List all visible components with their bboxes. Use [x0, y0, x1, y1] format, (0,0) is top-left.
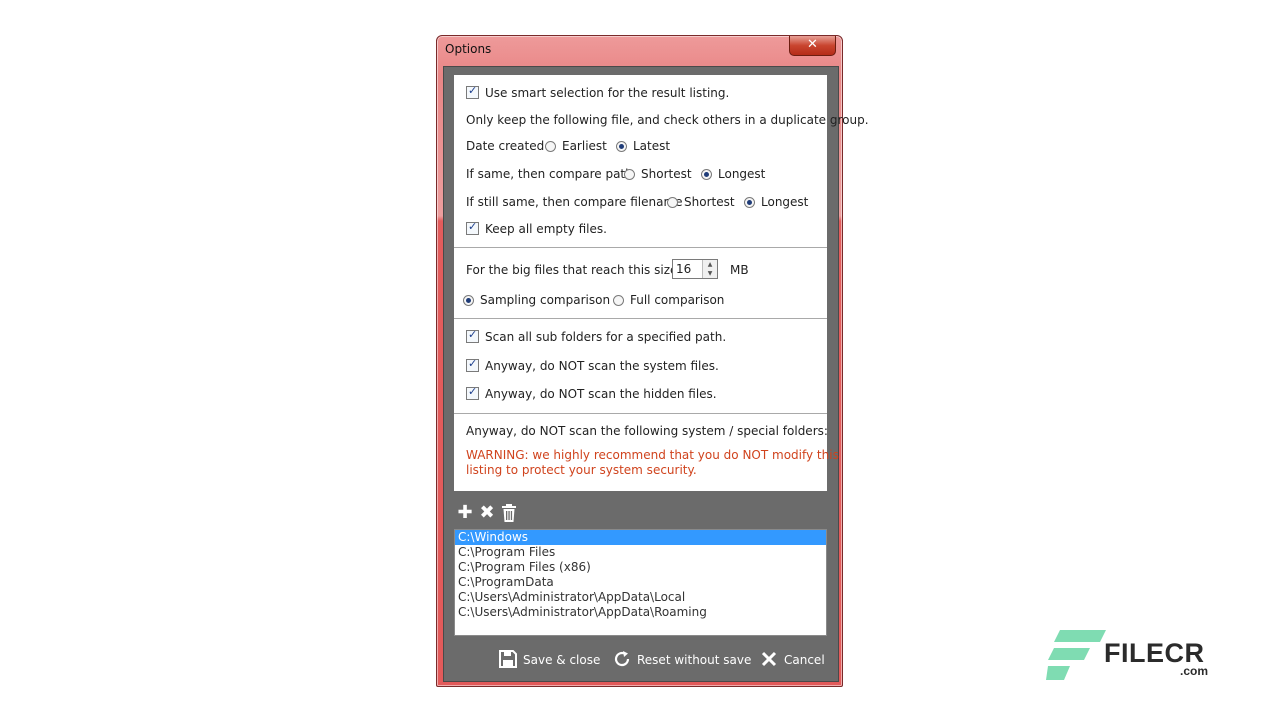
title-bar[interactable]: Options ✕ — [437, 36, 842, 66]
skip-hidden-files-option[interactable]: Anyway, do NOT scan the hidden files. — [466, 385, 717, 401]
use-smart-selection-label: Use smart selection for the result listi… — [485, 86, 730, 100]
filename-shortest-radio-circle[interactable] — [667, 197, 678, 208]
path-longest-radio[interactable]: Longest — [701, 167, 765, 181]
cancel-label: Cancel — [784, 653, 825, 667]
list-item[interactable]: C:\ProgramData — [455, 575, 826, 590]
filename-shortest-label: Shortest — [684, 195, 735, 209]
date-created-label: Date created — [466, 139, 545, 153]
skip-hidden-files-checkbox[interactable] — [466, 385, 479, 400]
client-area: Use smart selection for the result listi… — [443, 66, 869, 682]
sampling-comparison-radio[interactable]: Sampling comparison — [463, 293, 610, 307]
sampling-comparison-label: Sampling comparison — [480, 293, 611, 307]
date-latest-label: Latest — [633, 139, 671, 153]
trash-icon[interactable] — [500, 503, 518, 523]
size-value[interactable]: 16 — [676, 262, 691, 276]
save-close-label: Save & close — [523, 653, 601, 667]
compare-filename-label: If still same, then compare filename — [466, 195, 683, 209]
big-files-row: For the big files that reach this size 1… — [466, 259, 816, 279]
full-comparison-label: Full comparison — [630, 293, 725, 307]
save-close-button[interactable]: Save & close — [499, 649, 600, 671]
scan-subfolders-option[interactable]: Scan all sub folders for a specified pat… — [466, 328, 727, 344]
list-item[interactable]: C:\Program Files — [455, 545, 826, 560]
date-earliest-radio[interactable]: Earliest — [545, 139, 607, 153]
divider — [454, 318, 827, 319]
list-item[interactable]: C:\Users\Administrator\AppData\Local — [455, 590, 826, 605]
size-unit: MB — [730, 263, 749, 277]
filename-shortest-radio[interactable]: Shortest — [667, 195, 735, 209]
watermark-domain: .com — [1180, 664, 1209, 678]
date-earliest-label: Earliest — [562, 139, 607, 153]
cancel-button[interactable]: Cancel — [760, 649, 825, 671]
filename-longest-radio-circle[interactable] — [744, 197, 755, 208]
date-latest-radio-circle[interactable] — [616, 141, 627, 152]
close-icon — [760, 650, 778, 668]
filename-longest-label: Longest — [761, 195, 809, 209]
date-earliest-radio-circle[interactable] — [545, 141, 556, 152]
path-shortest-radio-circle[interactable] — [624, 169, 635, 180]
folders-heading: Anyway, do NOT scan the following system… — [466, 424, 828, 438]
reset-without-save-label: Reset without save — [637, 653, 752, 667]
excluded-folders-list[interactable]: C:\Windows C:\Program Files C:\Program F… — [454, 529, 827, 636]
path-longest-label: Longest — [718, 167, 766, 181]
divider — [454, 247, 827, 248]
big-files-label: For the big files that reach this size — [466, 263, 678, 277]
remove-icon[interactable]: ✖ — [478, 503, 496, 523]
scan-subfolders-label: Scan all sub folders for a specified pat… — [485, 330, 727, 344]
warning-line-2: listing to protect your system security. — [466, 463, 697, 477]
reset-icon — [613, 650, 631, 668]
list-item[interactable]: C:\Windows — [455, 530, 826, 545]
date-created-row: Date created Earliest Latest — [466, 139, 816, 153]
button-bar: Save & close Reset without save Cancel — [444, 649, 838, 673]
skip-system-files-option[interactable]: Anyway, do NOT scan the system files. — [466, 357, 719, 373]
filecr-watermark: FILECR .com — [1046, 628, 1216, 684]
skip-system-files-label: Anyway, do NOT scan the system files. — [485, 359, 719, 373]
path-shortest-radio[interactable]: Shortest — [624, 167, 692, 181]
path-shortest-label: Shortest — [641, 167, 692, 181]
full-comparison-radio-circle[interactable] — [613, 295, 624, 306]
date-latest-radio[interactable]: Latest — [616, 139, 670, 153]
full-comparison-radio[interactable]: Full comparison — [613, 293, 724, 307]
scan-subfolders-checkbox[interactable] — [466, 328, 479, 343]
warning-line-1: WARNING: we highly recommend that you do… — [466, 448, 839, 462]
size-spinner[interactable]: 16 ▲ ▼ — [672, 259, 718, 279]
spinner-buttons: ▲ ▼ — [702, 260, 717, 278]
list-item[interactable]: C:\Program Files (x86) — [455, 560, 826, 575]
list-item[interactable]: C:\Users\Administrator\AppData\Roaming — [455, 605, 826, 620]
divider — [454, 413, 827, 414]
sampling-comparison-radio-circle[interactable] — [463, 295, 474, 306]
use-smart-selection-checkbox[interactable] — [466, 84, 479, 99]
keep-empty-files-checkbox[interactable] — [466, 220, 479, 235]
use-smart-selection-option[interactable]: Use smart selection for the result listi… — [466, 84, 730, 100]
keep-description: Only keep the following file, and check … — [466, 113, 869, 127]
filecr-logo-icon — [1046, 630, 1106, 680]
window-title: Options — [445, 42, 492, 56]
skip-system-files-checkbox[interactable] — [466, 357, 479, 372]
close-button[interactable]: ✕ — [789, 36, 836, 56]
compare-path-label: If same, then compare path — [466, 167, 633, 181]
compare-filename-row: If still same, then compare filename Sho… — [466, 195, 822, 209]
spinner-down-icon[interactable]: ▼ — [703, 269, 717, 278]
keep-empty-files-option[interactable]: Keep all empty files. — [466, 220, 607, 236]
reset-without-save-button[interactable]: Reset without save — [613, 649, 751, 671]
path-longest-radio-circle[interactable] — [701, 169, 712, 180]
skip-hidden-files-label: Anyway, do NOT scan the hidden files. — [485, 387, 717, 401]
keep-empty-files-label: Keep all empty files. — [485, 222, 607, 236]
options-window: Options ✕ Use smart selection for the re… — [436, 35, 869, 687]
compare-path-row: If same, then compare path Shortest Long… — [466, 167, 816, 181]
save-icon — [499, 650, 517, 668]
filename-longest-radio[interactable]: Longest — [744, 195, 808, 209]
options-panel: Use smart selection for the result listi… — [454, 75, 869, 491]
add-icon[interactable]: ✚ — [456, 503, 474, 523]
